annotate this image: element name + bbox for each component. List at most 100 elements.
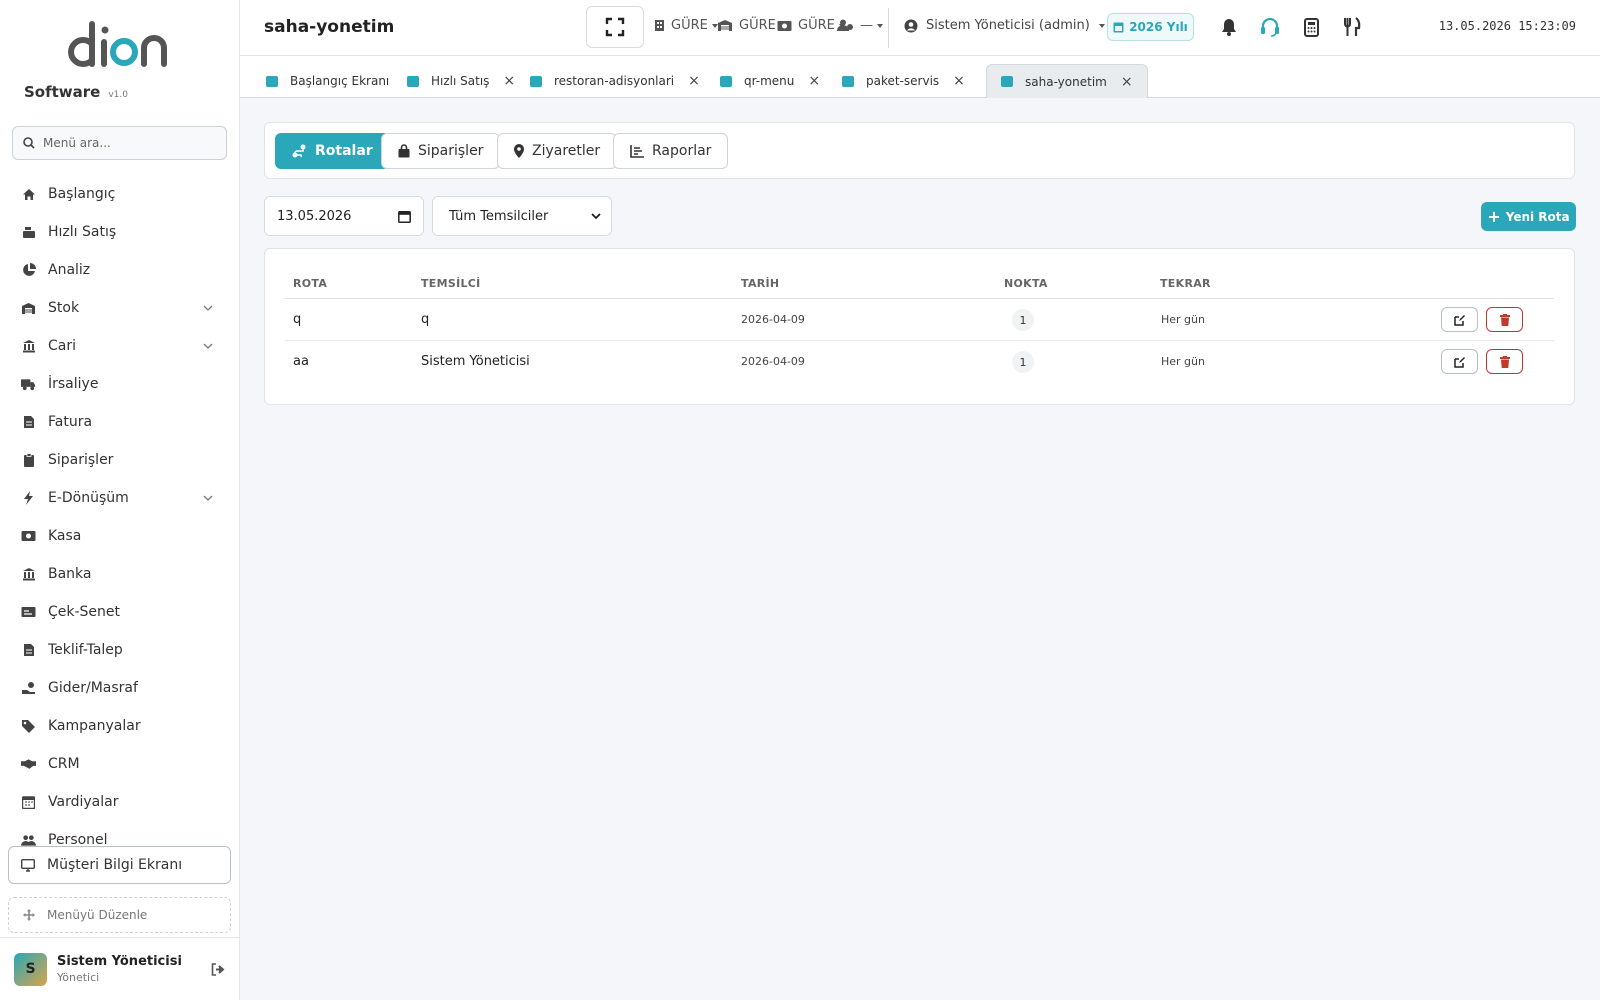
notifications-button[interactable] — [1218, 16, 1240, 38]
sidebar-item-vardiyalar[interactable]: Vardiyalar — [0, 783, 239, 821]
sidebar-item-analiz[interactable]: Analiz — [0, 251, 239, 289]
user-name: Sistem Yöneticisi — [57, 954, 182, 969]
sidebar-item-kasa[interactable]: Kasa — [0, 517, 239, 555]
edit-icon — [1453, 314, 1465, 326]
invoice-icon — [21, 415, 36, 430]
calendar-icon[interactable] — [398, 210, 411, 223]
sidebar-item-fatura[interactable]: Fatura — [0, 403, 239, 441]
fullscreen-button[interactable] — [586, 6, 644, 48]
tab-restoran-adisyonlari[interactable]: restoran-adisyonlari × — [516, 64, 714, 98]
edit-icon — [1453, 356, 1465, 368]
sidebar-item-cari[interactable]: Cari — [0, 327, 239, 365]
customer-display-label: Müşteri Bilgi Ekranı — [47, 857, 183, 873]
delete-button[interactable] — [1486, 307, 1523, 332]
sidebar-item-hizli-satis[interactable]: Hızlı Satış — [0, 213, 239, 251]
tab-label: Hızlı Satış — [431, 74, 490, 88]
truck-icon — [21, 377, 36, 392]
sidebar-item-gider-masraf[interactable]: Gider/Masraf — [0, 669, 239, 707]
tab-qr-menu[interactable]: qr-menu × — [706, 64, 834, 98]
date-filter[interactable]: 13.05.2026 — [264, 196, 424, 236]
sidebar-item-label: Kampanyalar — [48, 718, 141, 734]
calculator-button[interactable] — [1300, 16, 1322, 38]
page-title: saha-yonetim — [264, 17, 395, 37]
calculator-icon — [1303, 17, 1319, 37]
window-icon — [842, 75, 854, 87]
tab-close-icon[interactable]: × — [1121, 74, 1133, 90]
tab-baslangic-ekrani[interactable]: Başlangıç Ekranı — [252, 64, 403, 98]
tab-ziyaretler[interactable]: Ziyaretler — [497, 133, 618, 169]
open-tabs-bar: Başlangıç Ekranı Hızlı Satış × restoran-… — [240, 56, 1600, 98]
sidebar-item-label: Fatura — [48, 414, 93, 430]
tab-close-icon[interactable]: × — [953, 73, 965, 89]
tab-rotalar[interactable]: Rotalar — [275, 133, 390, 169]
tab-hizli-satis[interactable]: Hızlı Satış × — [393, 64, 529, 98]
sidebar-user: S Sistem Yöneticisi Yönetici — [0, 937, 239, 1000]
caret-down-icon — [877, 23, 883, 28]
tab-saha-yonetim[interactable]: saha-yonetim × — [986, 64, 1148, 98]
tab-close-icon[interactable]: × — [688, 73, 700, 89]
sidebar-item-kampanyalar[interactable]: Kampanyalar — [0, 707, 239, 745]
tab-label: saha-yonetim — [1025, 74, 1107, 89]
fiscal-year-badge[interactable]: 2026 Yılı — [1107, 13, 1194, 41]
hand-coins-icon — [21, 681, 36, 696]
tab-label: Siparişler — [418, 143, 484, 159]
sidebar-item-banka[interactable]: Banka — [0, 555, 239, 593]
avatar[interactable]: S — [14, 952, 47, 986]
bank-icon — [21, 567, 36, 582]
cell-repeat: Her gün — [1161, 355, 1205, 368]
sidebar-item-teklif-talep[interactable]: Teklif-Talep — [0, 631, 239, 669]
support-button[interactable] — [1259, 16, 1281, 38]
branch-select[interactable]: GÜRE — [654, 18, 719, 33]
sidebar-item-label: Başlangıç — [48, 186, 116, 202]
edit-button[interactable] — [1441, 349, 1478, 374]
sidebar-item-crm[interactable]: CRM — [0, 745, 239, 783]
tab-raporlar[interactable]: Raporlar — [613, 133, 729, 169]
staff-value: — — [860, 18, 873, 33]
warehouse-icon — [21, 301, 36, 316]
sidebar-item-cek-senet[interactable]: Çek-Senet — [0, 593, 239, 631]
sidebar-item-baslangic[interactable]: Başlangıç — [0, 175, 239, 213]
sidebar-item-e-donusum[interactable]: E-Dönüşüm — [0, 479, 239, 517]
tab-close-icon[interactable]: × — [808, 73, 820, 89]
new-route-button[interactable]: + Yeni Rota — [1481, 202, 1576, 231]
search-icon — [23, 137, 35, 149]
sidebar-item-label: Gider/Masraf — [48, 680, 138, 696]
sidebar-item-label: Analiz — [48, 262, 91, 278]
bolt-icon — [21, 491, 36, 506]
restaurant-button[interactable] — [1341, 16, 1363, 38]
version: v1.0 — [108, 90, 128, 100]
date-value: 13.05.2026 — [277, 208, 352, 224]
tab-label: Rotalar — [315, 143, 373, 159]
sidebar-item-label: Siparişler — [48, 452, 114, 468]
search-input[interactable] — [43, 136, 213, 150]
sidebar-item-irsaliye[interactable]: İrsaliye — [0, 365, 239, 403]
sidebar-item-label: Stok — [48, 300, 80, 316]
warehouse-value: GÜRE — [739, 18, 776, 33]
sidebar-item-personel[interactable]: Personel — [0, 821, 239, 848]
tab-siparisler[interactable]: Siparişler — [381, 133, 501, 169]
menu-search[interactable] — [12, 126, 227, 160]
monitor-icon — [21, 858, 35, 872]
register-select[interactable]: GÜRE — [777, 18, 846, 33]
shopping-bag-icon — [398, 144, 410, 158]
customer-display-button[interactable]: Müşteri Bilgi Ekranı — [8, 846, 231, 884]
tab-paket-servis[interactable]: paket-servis × — [828, 64, 979, 98]
user-circle-icon — [904, 19, 918, 32]
cell-rep: q — [421, 312, 430, 327]
section-tabs: Rotalar Siparişler Ziyaretler Raporlar — [264, 122, 1575, 179]
representative-select[interactable]: Tüm Temsilciler — [432, 196, 612, 236]
check-card-icon — [21, 605, 36, 620]
user-clock-icon — [837, 19, 853, 31]
edit-button[interactable] — [1441, 307, 1478, 332]
logout-icon[interactable] — [211, 962, 225, 976]
user-menu[interactable]: Sistem Yöneticisi (admin) — [904, 18, 1106, 33]
warehouse-icon — [718, 20, 732, 31]
edit-menu-button[interactable]: Menüyü Düzenle — [8, 897, 231, 933]
col-repeat: TEKRAR — [1160, 277, 1211, 290]
staff-select[interactable]: — — [837, 18, 884, 33]
money-icon — [21, 529, 36, 544]
delete-button[interactable] — [1486, 349, 1523, 374]
sidebar-item-siparisler[interactable]: Siparişler — [0, 441, 239, 479]
sidebar-item-stok[interactable]: Stok — [0, 289, 239, 327]
tab-close-icon[interactable]: × — [503, 73, 515, 89]
